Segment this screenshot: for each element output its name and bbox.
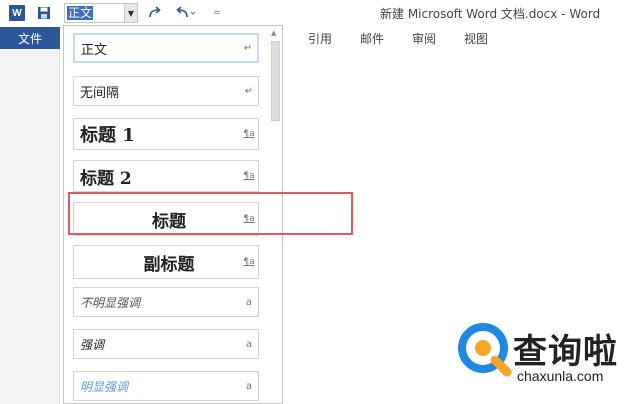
window-title: 新建 Microsoft Word 文档.docx - Word <box>380 7 601 21</box>
undo-icon <box>176 6 196 18</box>
chevron-up-icon[interactable]: ▲ <box>271 29 276 37</box>
character-style-icon: a <box>245 296 253 308</box>
tab-references[interactable]: 引用 <box>308 30 332 47</box>
style-item-label: 不明显强调 <box>80 295 141 310</box>
character-style-icon: a <box>245 338 253 350</box>
style-item-heading-2[interactable]: 标题 2 ¶a <box>73 160 259 192</box>
style-item-intense-emphasis[interactable]: 明显强调 a <box>73 371 259 401</box>
style-item-label: 正文 <box>81 42 108 58</box>
save-button[interactable] <box>36 5 52 21</box>
linked-style-icon: ¶a <box>243 129 255 139</box>
watermark-text: 查询啦 <box>513 332 618 372</box>
scrollbar-thumb[interactable] <box>271 41 280 121</box>
style-item-label: 明显强调 <box>80 379 129 394</box>
watermark: 查询啦 chaxunla.com <box>455 318 630 388</box>
style-item-label: 无间隔 <box>80 85 120 101</box>
tab-file[interactable]: 文件 <box>0 27 60 49</box>
style-item-label: 副标题 <box>143 254 195 275</box>
style-item-subtitle[interactable]: 副标题 ¶a <box>73 245 259 279</box>
left-panel <box>0 49 60 404</box>
style-item-label: 标题 1 <box>80 125 135 146</box>
tab-review[interactable]: 审阅 <box>412 30 436 47</box>
watermark-url: chaxunla.com <box>517 368 604 384</box>
style-item-normal[interactable]: 正文 ↵ <box>73 33 259 63</box>
style-combo-box[interactable]: 正文 ▼ <box>64 3 138 23</box>
annotation-highlight-box <box>68 192 353 235</box>
save-icon <box>38 7 50 19</box>
linked-style-icon: ¶a <box>243 257 255 267</box>
character-style-icon: a <box>245 380 253 392</box>
quick-access-toolbar: W 正文 ▼ = 新建 Microsoft Word 文档.docx - Wor… <box>0 0 634 27</box>
style-item-subtle-emphasis[interactable]: 不明显强调 a <box>73 287 259 317</box>
style-item-label: 标题 2 <box>80 168 132 189</box>
redo-button[interactable] <box>146 4 164 22</box>
chevron-down-icon[interactable]: ▼ <box>124 4 137 22</box>
paragraph-return-icon: ↵ <box>244 85 254 97</box>
redo-icon <box>149 6 161 18</box>
style-item-emphasis[interactable]: 强调 a <box>73 329 259 359</box>
tab-mailings[interactable]: 邮件 <box>360 30 384 47</box>
undo-button[interactable] <box>174 4 198 22</box>
style-combo-value: 正文 <box>67 6 94 20</box>
style-item-heading-1[interactable]: 标题 1 ¶a <box>73 118 259 150</box>
watermark-logo-icon <box>458 323 512 377</box>
style-combo-input[interactable]: 正文 <box>65 4 124 22</box>
style-item-label: 强调 <box>80 337 105 352</box>
linked-style-icon: ¶a <box>243 171 255 181</box>
customize-qat-icon[interactable]: = <box>212 4 222 22</box>
style-item-no-spacing[interactable]: 无间隔 ↵ <box>73 76 259 106</box>
paragraph-return-icon: ↵ <box>243 42 253 54</box>
word-app-icon[interactable]: W <box>9 5 25 21</box>
tab-view[interactable]: 视图 <box>464 30 488 47</box>
